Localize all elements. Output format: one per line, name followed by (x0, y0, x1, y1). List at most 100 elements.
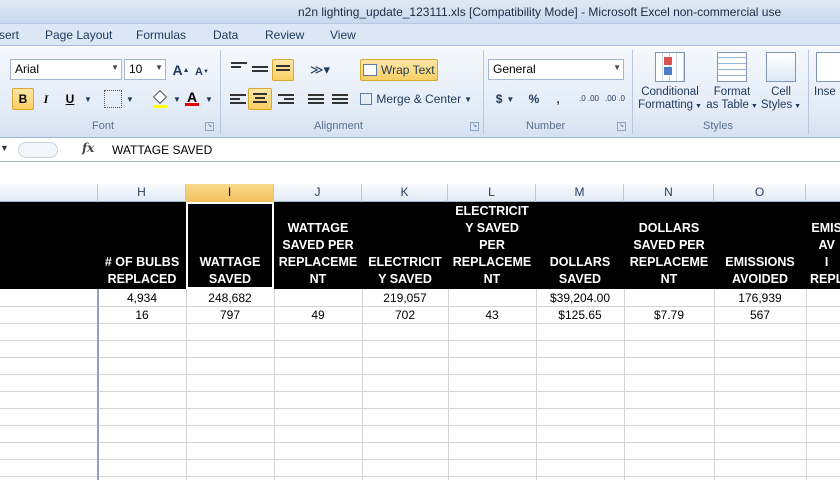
accounting-format-button[interactable]: $ ▼ (492, 88, 518, 110)
comma-style-button[interactable]: , (552, 88, 564, 110)
font-color-button[interactable]: A (184, 86, 200, 108)
font-name-combo[interactable]: Arial ▼ (10, 59, 122, 80)
group-divider (808, 50, 809, 134)
data-cell[interactable]: 219,057 (362, 290, 448, 306)
window-title: n2n lighting_update_123111.xls [Compatib… (298, 5, 782, 19)
merge-center-button[interactable]: Merge & Center ▼ (360, 88, 472, 110)
insert-cells-icon (816, 52, 840, 82)
tab-data[interactable]: Data (213, 28, 238, 42)
tab-page-layout[interactable]: Page Layout (45, 28, 112, 42)
format-as-table-label: Format as Table (706, 86, 751, 111)
data-cell[interactable] (274, 290, 362, 306)
fill-color-button[interactable] (150, 88, 170, 110)
conditional-formatting-button[interactable]: Conditional Formatting ▼ (636, 52, 704, 113)
grow-font-button[interactable]: A ▲ (172, 59, 190, 81)
chevron-down-icon[interactable]: ▼ (204, 88, 214, 110)
orientation-button[interactable]: ≫▾ (306, 59, 334, 81)
ribbon: Arial ▼ 10 ▼ A ▲ A ▼ B I U ▼ ▼ ▼ A ▼ Font … (0, 46, 840, 138)
underline-button[interactable]: U (60, 88, 80, 110)
sheet-spacer (0, 162, 840, 184)
chevron-down-icon: ▼ (464, 94, 472, 104)
grow-font-glyph: A (172, 62, 183, 78)
merge-center-label: Merge & Center (376, 92, 462, 106)
number-dialog-launcher-icon[interactable]: ↘ (617, 122, 626, 131)
font-dialog-launcher-icon[interactable]: ↘ (205, 122, 214, 131)
formula-cancel-button[interactable] (18, 142, 58, 158)
header-cell-dollars-per-replacement[interactable]: DOLLARS SAVED PER REPLACEME NT (624, 202, 714, 289)
data-cell[interactable]: 702 (362, 307, 448, 323)
align-bottom-icon (276, 65, 290, 75)
data-cell[interactable]: 248,682 (186, 290, 274, 306)
increase-decimal-button[interactable]: .0 .00 (578, 88, 600, 110)
decrease-indent-icon[interactable] (308, 94, 324, 106)
row-header-corner[interactable] (0, 184, 98, 202)
align-left-icon[interactable] (230, 94, 246, 106)
column-header-p[interactable] (806, 184, 840, 202)
header-cell-bulbs-replaced[interactable]: # OF BULBS REPLACED (98, 202, 186, 289)
column-header-o[interactable]: O (714, 184, 806, 202)
number-format-value: General (493, 62, 536, 76)
formula-input[interactable]: WATTAGE SAVED (112, 143, 212, 157)
tab-review[interactable]: Review (265, 28, 304, 42)
italic-button[interactable]: I (36, 88, 56, 110)
insert-function-button[interactable]: fx (82, 141, 94, 155)
bold-button[interactable]: B (12, 88, 34, 110)
data-cell[interactable]: 16 (98, 307, 186, 323)
data-cell[interactable]: $7.79 (624, 307, 714, 323)
number-format-combo[interactable]: General ▼ (488, 59, 624, 80)
data-cell[interactable] (624, 290, 714, 306)
column-header-n[interactable]: N (624, 184, 714, 202)
tab-view[interactable]: View (330, 28, 356, 42)
shrink-font-glyph: A (195, 66, 203, 78)
format-as-table-button[interactable]: Format as Table ▼ (706, 52, 758, 113)
column-header-m[interactable]: M (536, 184, 624, 202)
data-cell[interactable] (448, 290, 536, 306)
alignment-dialog-launcher-icon[interactable]: ↘ (470, 122, 479, 131)
insert-cells-button[interactable]: Inse (814, 52, 840, 99)
group-divider (632, 50, 633, 134)
align-bottom-button[interactable] (272, 59, 294, 81)
chevron-down-icon[interactable]: ▼ (124, 88, 136, 110)
data-cell[interactable]: 567 (714, 307, 806, 323)
data-cell[interactable]: 176,939 (714, 290, 806, 306)
column-header-l[interactable]: L (448, 184, 536, 202)
shrink-font-button[interactable]: A ▼ (194, 61, 210, 83)
align-center-button[interactable] (248, 88, 272, 110)
header-cell-electricity-saved[interactable]: ELECTRICIT Y SAVED (362, 202, 448, 289)
header-cell-wattage-per-replacement[interactable]: WATTAGE SAVED PER REPLACEME NT (274, 202, 362, 289)
name-box-dropdown-icon[interactable]: ▼ (0, 143, 9, 153)
tab-formulas[interactable]: Formulas (136, 28, 186, 42)
wrap-text-button[interactable]: Wrap Text (360, 59, 438, 81)
header-cell-emissions-avoided[interactable]: EMISSIONS AVOIDED (714, 202, 806, 289)
column-header-k[interactable]: K (362, 184, 448, 202)
wrap-text-icon (363, 64, 377, 76)
decrease-decimal-button[interactable]: .00 .0 (604, 88, 626, 110)
column-header-h[interactable]: H (98, 184, 186, 202)
data-cell[interactable]: $39,204.00 (536, 290, 624, 306)
align-top-icon[interactable] (231, 62, 247, 74)
font-size-combo[interactable]: 10 ▼ (124, 59, 166, 80)
styles-group-label: Styles (703, 120, 733, 132)
increase-indent-icon[interactable] (332, 94, 348, 106)
chevron-down-icon[interactable]: ▼ (172, 88, 182, 110)
header-cell-dollars-saved[interactable]: DOLLARS SAVED (536, 202, 624, 289)
data-cell[interactable]: $125.65 (536, 307, 624, 323)
align-center-icon (253, 93, 267, 105)
align-right-icon[interactable] (278, 94, 294, 106)
chevron-down-icon[interactable]: ▼ (82, 88, 94, 110)
tab-insert[interactable]: sert (0, 28, 19, 42)
data-cell[interactable]: 797 (186, 307, 274, 323)
borders-icon[interactable] (104, 90, 122, 108)
data-cell[interactable]: 4,934 (98, 290, 186, 306)
header-cell-emissions-per-replacement[interactable]: EMIS AV I REPL (808, 202, 840, 289)
header-cell-electricity-per-replacement[interactable]: ELECTRICIT Y SAVED PER REPLACEME NT (448, 202, 536, 289)
cell-styles-button[interactable]: Cell Styles ▼ (760, 52, 802, 113)
column-header-j[interactable]: J (274, 184, 362, 202)
percent-style-button[interactable]: % (526, 88, 542, 110)
column-header-i[interactable]: I (186, 184, 274, 202)
data-cell[interactable]: 49 (274, 307, 362, 323)
header-cell-wattage-saved[interactable]: WATTAGE SAVED (186, 202, 274, 289)
chevron-down-icon: ▼ (111, 63, 119, 72)
align-middle-icon[interactable] (252, 66, 268, 78)
data-cell[interactable]: 43 (448, 307, 536, 323)
